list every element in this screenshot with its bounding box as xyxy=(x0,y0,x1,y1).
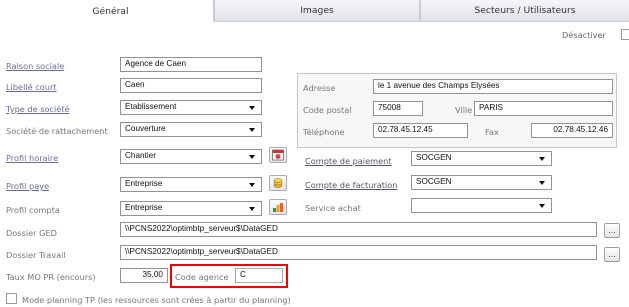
compte-paiement-label[interactable]: Compte de paiement xyxy=(305,156,392,166)
profil-horaire-select[interactable]: Chantier xyxy=(120,149,262,164)
coins-icon xyxy=(273,178,283,188)
mode-planning-label: Mode planning TP (les ressources sont cr… xyxy=(22,295,291,305)
profil-compta-select[interactable]: Entreprise xyxy=(120,201,262,216)
libelle-court-input[interactable]: Caen xyxy=(120,78,262,93)
profil-compta-label: Profil compta xyxy=(6,205,60,215)
tab-general-label: Général xyxy=(92,5,129,17)
code-postal-label: Code postal xyxy=(303,105,352,115)
profil-horaire-label[interactable]: Profil horaire xyxy=(6,153,58,163)
libelle-court-label[interactable]: Libellé court xyxy=(6,82,57,92)
telephone-input[interactable]: 02.78.45.12.45 xyxy=(373,123,468,138)
societe-rattachement-label: Société de rattachement xyxy=(6,126,108,136)
code-postal-input[interactable]: 75008 xyxy=(373,101,423,116)
raison-sociale-label[interactable]: Raison sociale xyxy=(6,61,64,71)
desactiver-checkbox[interactable] xyxy=(621,29,629,40)
tab-secteurs-label: Secteurs / Utilisateurs xyxy=(474,5,576,16)
chart-icon xyxy=(273,203,283,212)
adresse-input[interactable]: le 1 avenue des Champs Elysées xyxy=(373,79,613,94)
tab-images-label: Images xyxy=(300,5,334,16)
ville-label: Ville xyxy=(455,105,473,115)
societe-rattachement-select[interactable]: Couverture xyxy=(120,122,262,137)
telephone-label: Téléphone xyxy=(303,127,345,137)
desactiver-label: Désactiver xyxy=(562,30,606,40)
coins-icon-button[interactable] xyxy=(269,175,287,191)
calendar-clock-icon xyxy=(272,149,284,161)
fax-label: Fax xyxy=(485,127,499,137)
dossier-ged-input[interactable]: \\PCNS2022\optimbtp_serveur$\DataGED xyxy=(120,222,597,237)
fax-input[interactable]: 02.78.45.12.46 xyxy=(531,123,613,138)
type-societe-label[interactable]: Type de société xyxy=(6,104,70,114)
tab-images[interactable]: Images xyxy=(214,0,420,22)
tab-secteurs-utilisateurs[interactable]: Secteurs / Utilisateurs xyxy=(420,0,629,22)
service-achat-select[interactable] xyxy=(411,198,552,213)
compte-paiement-select[interactable]: SOCGEN xyxy=(411,151,552,166)
taux-mo-label: Taux MO PR (encours) xyxy=(6,272,96,282)
service-achat-label: Service achat xyxy=(305,203,361,213)
compte-facturation-select[interactable]: SOCGEN xyxy=(411,175,552,190)
ville-input[interactable]: PARIS xyxy=(474,101,613,116)
taux-mo-input[interactable]: 35,00 xyxy=(120,268,168,283)
raison-sociale-input[interactable]: Agence de Caen xyxy=(120,57,262,72)
chart-icon-button[interactable] xyxy=(269,199,287,215)
code-agence-input[interactable]: C xyxy=(235,268,283,283)
calendar-clock-icon-button[interactable] xyxy=(269,147,287,163)
mode-planning-checkbox[interactable] xyxy=(6,293,17,304)
dossier-ged-browse-button[interactable]: ... xyxy=(604,223,620,238)
compte-facturation-label[interactable]: Compte de facturation xyxy=(305,180,397,190)
adresse-label: Adresse xyxy=(303,83,336,93)
dossier-travail-label: Dossier Travail xyxy=(6,250,66,260)
code-agence-label: Code agence xyxy=(175,272,229,282)
tab-general[interactable]: Général xyxy=(8,0,214,22)
profil-paye-select[interactable]: Entreprise xyxy=(120,177,262,192)
profil-paye-label[interactable]: Profil paye xyxy=(6,181,49,191)
dossier-travail-browse-button[interactable]: ... xyxy=(604,247,620,262)
type-societe-select[interactable]: Etablissement xyxy=(120,100,262,115)
dossier-travail-input[interactable]: \\PCNS2022\optimbtp_serveur$\DataGED xyxy=(120,245,597,260)
dossier-ged-label: Dossier GED xyxy=(6,228,57,238)
